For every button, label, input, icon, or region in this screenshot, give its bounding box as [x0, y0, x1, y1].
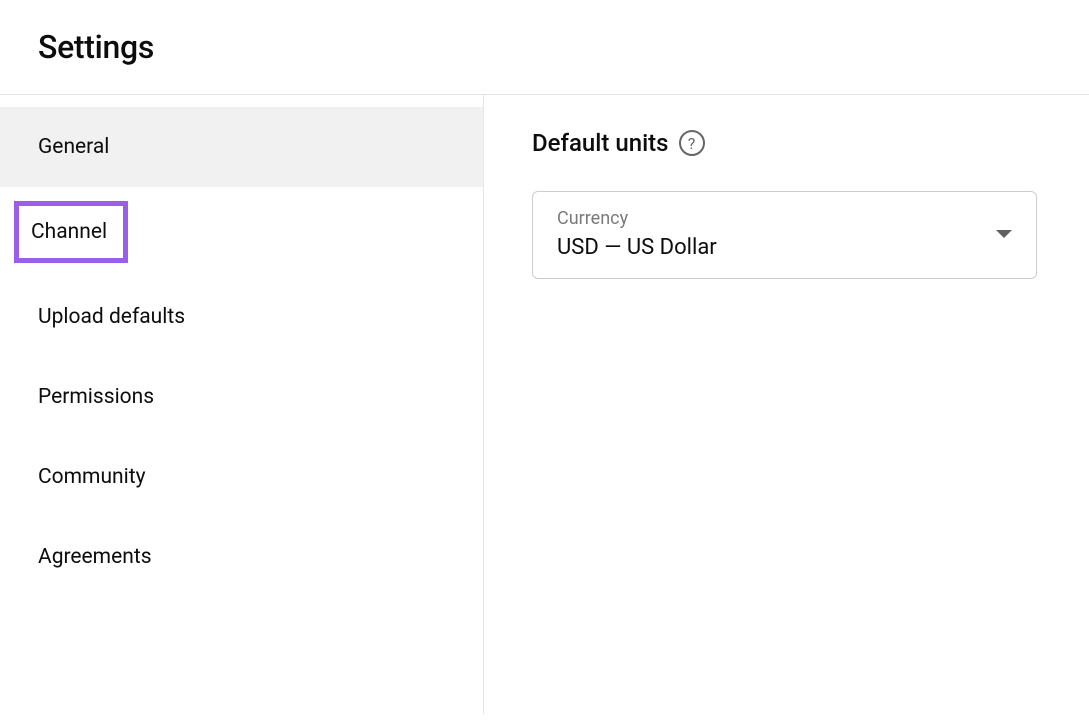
- chevron-down-icon: [996, 230, 1012, 238]
- sidebar-item-label: Upload defaults: [38, 305, 185, 329]
- page-header: Settings: [0, 0, 1089, 95]
- section-header: Default units ?: [532, 129, 1041, 157]
- currency-label: Currency: [557, 208, 717, 229]
- currency-select-inner: Currency USD — US Dollar: [557, 208, 717, 260]
- content-area: General Channel Upload defaults Permissi…: [0, 95, 1089, 714]
- sidebar-item-label: General: [38, 135, 109, 159]
- sidebar-item-agreements[interactable]: Agreements: [0, 517, 483, 597]
- main-panel: Default units ? Currency USD — US Dollar: [484, 95, 1089, 714]
- currency-select[interactable]: Currency USD — US Dollar: [532, 191, 1037, 279]
- sidebar-item-label: Permissions: [38, 385, 154, 409]
- sidebar-item-permissions[interactable]: Permissions: [0, 357, 483, 437]
- currency-value: USD — US Dollar: [557, 235, 717, 260]
- page-title: Settings: [38, 28, 1089, 66]
- sidebar-item-label: Agreements: [38, 545, 152, 569]
- sidebar-item-label: Channel: [14, 201, 128, 263]
- help-icon[interactable]: ?: [679, 130, 705, 156]
- sidebar-item-label: Community: [38, 465, 146, 489]
- section-title: Default units: [532, 129, 669, 157]
- sidebar-item-general[interactable]: General: [0, 107, 483, 187]
- sidebar-item-channel[interactable]: Channel: [0, 187, 483, 277]
- sidebar-item-community[interactable]: Community: [0, 437, 483, 517]
- settings-sidebar: General Channel Upload defaults Permissi…: [0, 95, 484, 714]
- sidebar-item-upload-defaults[interactable]: Upload defaults: [0, 277, 483, 357]
